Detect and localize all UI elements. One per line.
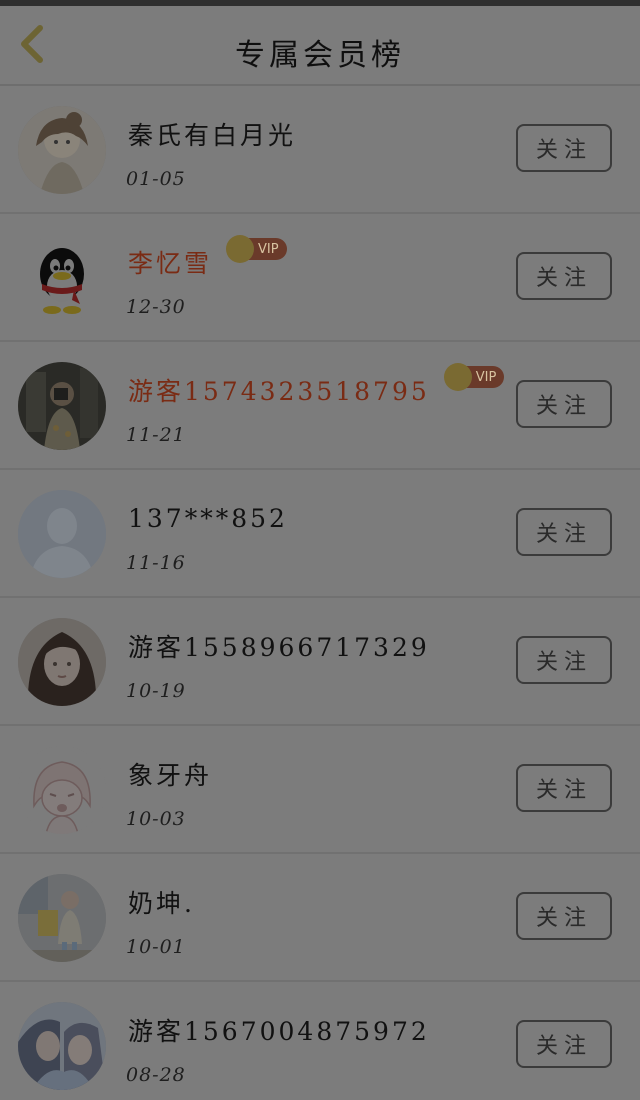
- member-date: 11-21: [126, 424, 186, 446]
- member-name: 李忆雪: [128, 249, 213, 278]
- penguin-avatar-icon: [18, 234, 106, 322]
- anime-crying-girl-icon: [18, 746, 106, 834]
- list-item[interactable]: 游客1567004875972 08-28 关注: [0, 982, 640, 1100]
- follow-button[interactable]: 关注: [516, 636, 612, 684]
- member-name: 奶坤.: [128, 889, 195, 918]
- member-date: 08-28: [126, 1064, 186, 1086]
- follow-button[interactable]: 关注: [516, 124, 612, 172]
- page-title: 专属会员榜: [235, 38, 405, 73]
- crown-icon: [226, 235, 255, 263]
- crown-icon: [443, 363, 472, 391]
- member-date: 11-16: [126, 552, 186, 574]
- member-name: 游客1558966717329: [128, 633, 430, 662]
- member-date: 10-03: [126, 808, 186, 830]
- follow-button[interactable]: 关注: [516, 892, 612, 940]
- member-name: 象牙舟: [128, 761, 213, 790]
- member-list: 秦氏有白月光 01-05 关注 李忆雪 VIP 12-30 关注 游客15743…: [0, 86, 640, 1100]
- vip-badge: VIP: [226, 235, 287, 263]
- member-date: 01-05: [126, 168, 186, 190]
- list-item[interactable]: 游客1558966717329 10-19 关注: [0, 598, 640, 726]
- default-person-icon: [18, 490, 106, 578]
- mirror-selfie-avatar-icon: [18, 362, 106, 450]
- member-name: 游客1574323518795: [128, 377, 430, 406]
- member-date: 12-30: [126, 296, 186, 318]
- vip-label: VIP: [475, 369, 497, 385]
- member-date: 10-19: [126, 680, 186, 702]
- girl-portrait-avatar-icon: [18, 618, 106, 706]
- member-name: 秦氏有白月光: [128, 121, 297, 150]
- member-name: 游客1567004875972: [128, 1017, 430, 1046]
- list-item[interactable]: 奶坤. 10-01 关注: [0, 854, 640, 982]
- list-item[interactable]: 象牙舟 10-03 关注: [0, 726, 640, 854]
- follow-button[interactable]: 关注: [516, 764, 612, 812]
- anime-girl-sketch-icon: [18, 106, 106, 194]
- member-name: 137***852: [128, 503, 288, 533]
- child-photo-avatar-icon: [18, 874, 106, 962]
- list-item[interactable]: 137***852 11-16 关注: [0, 470, 640, 598]
- vip-badge: VIP: [443, 363, 505, 391]
- follow-button[interactable]: 关注: [516, 252, 612, 300]
- list-item[interactable]: 游客1574323518795 VIP 11-21 关注: [0, 342, 640, 470]
- follow-button[interactable]: 关注: [516, 508, 612, 556]
- header-bar: 专属会员榜: [0, 6, 640, 86]
- anime-couple-avatar-icon: [18, 1002, 106, 1090]
- member-date: 10-01: [126, 936, 186, 958]
- follow-button[interactable]: 关注: [516, 380, 612, 428]
- follow-button[interactable]: 关注: [516, 1020, 612, 1068]
- member-ranking-screen: 专属会员榜 秦氏有白月光 01-05 关注 李忆雪 VIP 12-30 关注 游…: [0, 0, 640, 1100]
- vip-label: VIP: [258, 241, 279, 257]
- list-item[interactable]: 秦氏有白月光 01-05 关注: [0, 86, 640, 214]
- list-item[interactable]: 李忆雪 VIP 12-30 关注: [0, 214, 640, 342]
